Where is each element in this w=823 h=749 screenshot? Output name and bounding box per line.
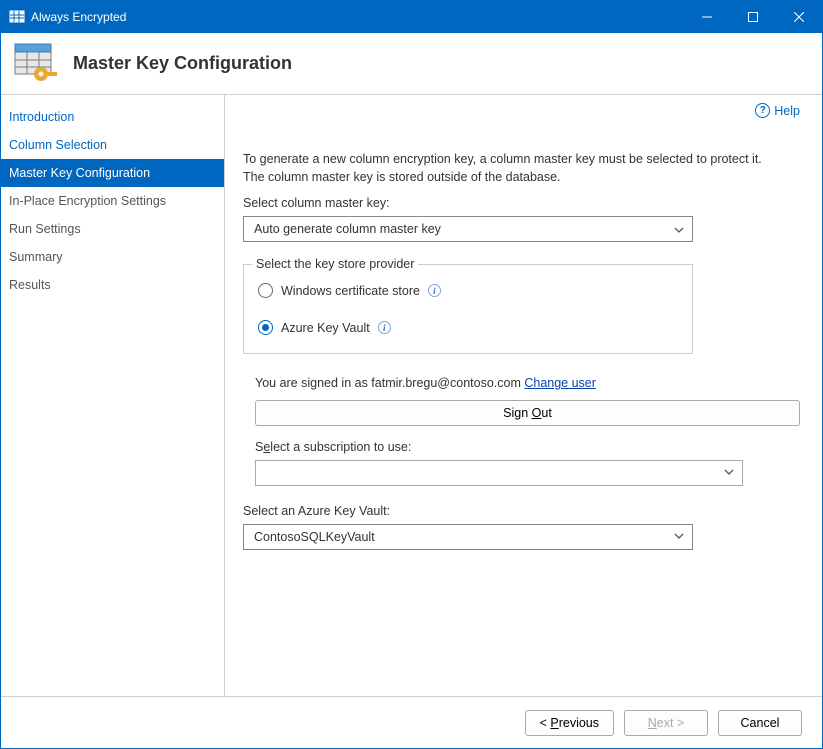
chevron-down-icon [674, 224, 684, 234]
info-icon[interactable]: i [378, 321, 391, 334]
subscription-dropdown[interactable] [255, 460, 743, 486]
next-button[interactable]: Next > [624, 710, 708, 736]
sign-out-button[interactable]: Sign Out [255, 400, 800, 426]
key-vault-value: ContosoSQLKeyVault [254, 530, 375, 544]
main-panel: ? Help To generate a new column encrypti… [225, 95, 822, 696]
app-icon [9, 9, 25, 25]
keystore-legend: Select the key store provider [252, 257, 418, 271]
keystore-fieldset: Select the key store provider Windows ce… [243, 264, 693, 354]
key-vault-dropdown[interactable]: ContosoSQLKeyVault [243, 524, 693, 550]
previous-button[interactable]: < Previous [525, 710, 614, 736]
sidebar-item-in-place-encryption-settings[interactable]: In-Place Encryption Settings [1, 187, 224, 215]
select-cmk-label: Select column master key: [243, 196, 800, 210]
help-label: Help [774, 104, 800, 118]
subscription-label: Select a subscription to use: [255, 440, 800, 454]
sidebar-item-column-selection[interactable]: Column Selection [1, 131, 224, 159]
radio-label: Azure Key Vault [281, 321, 370, 335]
help-icon: ? [755, 103, 770, 118]
window-title: Always Encrypted [31, 10, 684, 24]
header-icon [11, 40, 59, 88]
sidebar-item-run-settings[interactable]: Run Settings [1, 215, 224, 243]
sidebar-item-summary[interactable]: Summary [1, 243, 224, 271]
titlebar: Always Encrypted [1, 1, 822, 33]
page-title: Master Key Configuration [73, 53, 292, 74]
radio-windows-cert-store[interactable]: Windows certificate store i [258, 283, 678, 298]
cancel-button[interactable]: Cancel [718, 710, 802, 736]
sidebar: Introduction Column Selection Master Key… [1, 95, 225, 696]
intro-text: To generate a new column encryption key,… [243, 150, 783, 186]
sidebar-item-results[interactable]: Results [1, 271, 224, 299]
subscription-section: Select a subscription to use: [255, 440, 800, 486]
maximize-button[interactable] [730, 1, 776, 33]
key-vault-section: Select an Azure Key Vault: ContosoSQLKey… [243, 504, 800, 550]
radio-icon [258, 283, 273, 298]
sidebar-item-introduction[interactable]: Introduction [1, 103, 224, 131]
window-controls [684, 1, 822, 33]
chevron-down-icon [674, 530, 684, 544]
wizard-header: Master Key Configuration [1, 33, 822, 95]
wizard-footer: < Previous Next > Cancel [1, 696, 822, 748]
select-cmk-dropdown[interactable]: Auto generate column master key [243, 216, 693, 242]
minimize-button[interactable] [684, 1, 730, 33]
close-button[interactable] [776, 1, 822, 33]
radio-icon [258, 320, 273, 335]
wizard-window: Always Encrypted [0, 0, 823, 749]
signed-in-email: fatmir.bregu@contoso.com [371, 376, 524, 390]
select-cmk-value: Auto generate column master key [254, 222, 441, 236]
signed-in-text: You are signed in as fatmir.bregu@contos… [255, 376, 800, 390]
chevron-down-icon [724, 466, 734, 480]
info-icon[interactable]: i [428, 284, 441, 297]
radio-azure-key-vault[interactable]: Azure Key Vault i [258, 320, 678, 335]
key-vault-label: Select an Azure Key Vault: [243, 504, 800, 518]
sidebar-item-master-key-configuration[interactable]: Master Key Configuration [1, 159, 224, 187]
help-link[interactable]: ? Help [755, 103, 800, 118]
wizard-body: Introduction Column Selection Master Key… [1, 95, 822, 696]
radio-label: Windows certificate store [281, 284, 420, 298]
change-user-link[interactable]: Change user [524, 376, 596, 390]
